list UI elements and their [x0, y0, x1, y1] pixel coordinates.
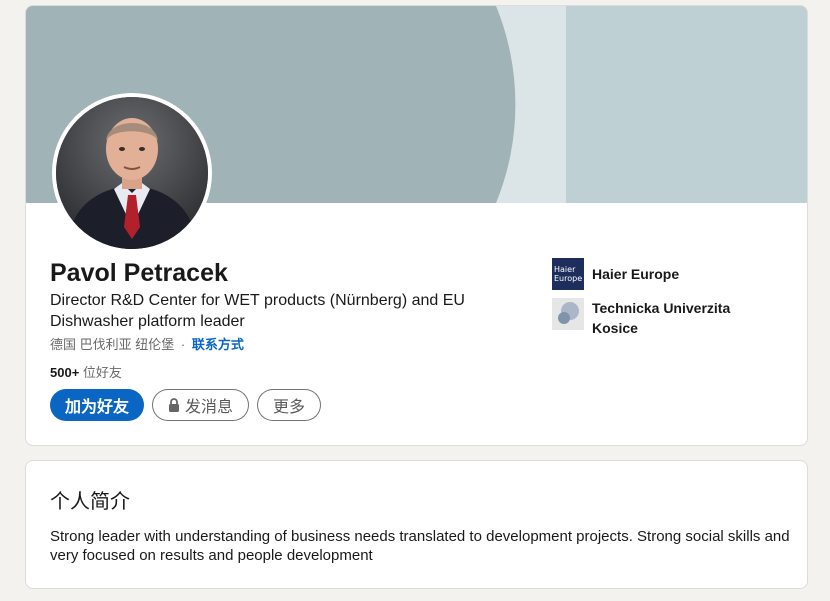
profile-headline: Director R&D Center for WET products (Nü…: [50, 292, 465, 330]
more-button-label: 更多: [273, 397, 306, 416]
message-button[interactable]: 发消息: [152, 389, 250, 421]
profile-actions: 加为好友 发消息 更多: [50, 389, 322, 422]
org-name-haier-europe: Haier Europe: [592, 266, 680, 282]
profile-name: Pavol Petracek: [50, 259, 228, 287]
contact-info-link[interactable]: 联系方式: [192, 337, 244, 352]
technicka-univerzita-kosice-logo: [552, 298, 584, 330]
about-title: 个人简介: [50, 489, 130, 513]
connections-number: 500+: [50, 365, 80, 380]
profile-card: Pavol Petracek Director R&D Center for W…: [25, 5, 808, 446]
org-name-technicka-univerzita-kosice: Technicka Univerzita Kosice: [592, 300, 731, 336]
separator-dot: ·: [180, 337, 186, 352]
org-technicka-univerzita-kosice[interactable]: Technicka Univerzita Kosice: [552, 298, 762, 338]
message-button-label: 发消息: [185, 397, 234, 416]
connections-count: 500+ 位好友: [50, 362, 122, 381]
lock-icon: [168, 398, 180, 412]
profile-location: 德国 巴伐利亚 纽伦堡: [50, 337, 175, 352]
profile-photo[interactable]: [52, 93, 212, 253]
connect-button-label: 加为好友: [65, 397, 130, 416]
haier-europe-logo: Haier Europe: [552, 258, 584, 290]
location-line: 德国 巴伐利亚 纽伦堡 · 联系方式: [50, 334, 244, 353]
connect-button[interactable]: 加为好友: [50, 389, 145, 421]
more-button[interactable]: 更多: [257, 389, 322, 421]
about-card: 个人简介 Strong leader with understanding of…: [25, 460, 808, 589]
about-text: Strong leader with understanding of busi…: [50, 528, 790, 564]
org-haier-europe[interactable]: Haier Europe Haier Europe: [552, 258, 762, 290]
connections-label: 位好友: [82, 365, 122, 380]
